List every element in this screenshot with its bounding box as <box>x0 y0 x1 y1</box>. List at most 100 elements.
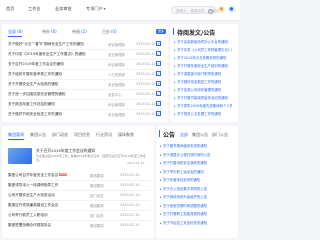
list-item[interactable]: 关于规范公文处理工作的通知 <box>174 111 232 119</box>
list-item[interactable]: 关于举办职工运动会的通知 <box>160 169 232 177</box>
list-item[interactable]: 关于开展节能减排宣传活动的通知 <box>174 95 232 103</box>
tab-group-notices[interactable]: 集团公告 <box>30 132 46 138</box>
checkbox[interactable]: ✓ <box>156 41 161 46</box>
news-source: 部门动态 <box>90 213 104 218</box>
list-item[interactable]: 关于食堂供餐时间调整的通知 <box>160 203 232 211</box>
list-item[interactable]: 关于节后复工安全检查的通知 <box>160 220 232 228</box>
tab-media-focus[interactable]: 媒体聚焦 <box>118 132 134 138</box>
news-card: 集团要闻 集团公告 部门动态 项目信息 行业资讯 媒体聚焦 关于召开2019年度… <box>2 126 154 238</box>
row-date: 2019-01-10 <box>136 71 156 76</box>
list-item[interactable]: 关于春节期间值班安排的通知 <box>160 143 232 151</box>
checkbox[interactable]: ✓ <box>156 81 161 86</box>
checkbox[interactable]: ✓ <box>156 61 161 66</box>
search-icon[interactable] <box>208 8 213 14</box>
row-date: 2019-01-10 <box>136 61 156 66</box>
row-title: 关于印发《2019年度安全生产工作要点》的通知 <box>8 51 86 56</box>
tab-notice-department[interactable]: 部门公告 <box>212 132 228 138</box>
checkbox[interactable]: ✓ <box>156 101 161 106</box>
nav-home[interactable]: 首页 <box>6 6 14 12</box>
new-badge: NEW <box>59 173 68 176</box>
row-date: 2019-01-10 <box>136 111 156 116</box>
list-item[interactable]: 关于启用新版协同办公平台的通知 <box>174 39 232 47</box>
top-navigation-bar: 首页 工作台 业务审批 专项门户 搜索人、搜索文件、搜索应用 ● ● <box>0 0 240 21</box>
tab-to-read[interactable]: 待阅(2) <box>72 29 87 35</box>
search-placeholder: 搜索人、搜索文件、搜索应用 <box>176 8 223 13</box>
row-title: 关于召开2019年度工作会议的通知 <box>8 61 64 66</box>
row-date: 2019-01-10 <box>136 41 156 46</box>
nav-workbench[interactable]: 工作台 <box>28 6 41 12</box>
todo-list: 关于启用新版协同办公平台的通知 关于印发《公司员工考勤管理办法》的通知 关于20… <box>170 39 238 121</box>
tab-done[interactable]: 已办(0) <box>102 29 117 35</box>
row-title: 关于报送年度工作总结的通知 <box>8 101 55 106</box>
news-source: 集团要闻 <box>90 203 104 208</box>
checkbox[interactable]: ✓ <box>156 71 161 76</box>
row-date: 2019-01-10 <box>136 81 156 86</box>
news-date: 2019-01-10 <box>120 222 140 227</box>
list-item[interactable]: 关于网络系统升级维护的公告 <box>160 194 232 202</box>
checkbox[interactable]: ✓ <box>156 51 161 56</box>
row-source: 信息中心 <box>108 92 122 97</box>
tab-industry-news[interactable]: 行业资讯 <box>96 132 112 138</box>
news-title: 公司开展安全生产大检查活动 <box>8 192 55 197</box>
table-row[interactable]: 关于做好节前安全检查工作的通知 安全管理部 2019-01-10 ✓ <box>8 109 162 119</box>
todo-panel: 待阅发文/公告 关于启用新版协同办公平台的通知 关于印发《公司员工考勤管理办法》… <box>170 24 238 122</box>
news-tabs: 集团要闻 集团公告 部门动态 项目信息 行业资讯 媒体聚焦 <box>8 130 150 140</box>
tab-notice-group[interactable]: 集团公告 <box>192 132 208 138</box>
list-item[interactable]: 关于开展消防安全演练的通知 <box>160 160 232 168</box>
nav-special-portal[interactable]: 专项门户 <box>86 6 106 12</box>
row-title: 关于做好节前安全检查工作的通知 <box>8 111 62 116</box>
news-date: 2019-01-10 <box>120 192 140 197</box>
news-list: 集团公司召开年度安全工作会议 NEW 集团要闻 2019-01-10 集团领导深入一线… <box>8 170 150 234</box>
featured-date: 2019-01-10 <box>127 161 145 165</box>
search-input[interactable]: 搜索人、搜索文件、搜索应用 <box>171 6 223 14</box>
nav-business-approval[interactable]: 业务审批 <box>55 6 72 12</box>
list-item[interactable]: 关于加强公务用车管理的通知 <box>174 87 232 95</box>
list-item[interactable]: 关于做好信息报送工作的通知 <box>174 79 232 87</box>
row-source: 安全管理部 <box>108 52 125 57</box>
list-item[interactable]: 关于2019年元旦放假安排的通知 <box>174 55 232 63</box>
list-item[interactable]: 关于开展职工技能竞赛的通知 <box>160 211 232 219</box>
news-date: 2019-01-10 <box>120 212 140 217</box>
news-title: 集团召开党风廉政建设工作会议 <box>8 202 59 207</box>
tab-all[interactable]: 全部(8) <box>8 29 23 35</box>
row-source: 安全管理部 <box>108 112 125 117</box>
list-item[interactable]: 关于调整部分部门职责的通知 <box>174 71 232 79</box>
row-title: 关于开展安全生产大检查的通知 <box>8 81 59 86</box>
more-button[interactable]: 更多 <box>156 29 166 34</box>
news-source: 集团要闻 <box>90 223 104 228</box>
news-title: 集团领导深入一线调研指导工作 <box>8 182 59 187</box>
list-item[interactable]: 关于年度体检安排的通知 <box>160 177 232 185</box>
list-item[interactable]: 关于印发《公司员工考勤管理办法》的通知 <box>174 47 232 55</box>
tab-group-news[interactable]: 集团要闻 <box>8 132 24 138</box>
news-date: 2019-01-10 <box>120 202 140 207</box>
list-item[interactable]: 关于调整办公楼开放时间的公告 <box>160 152 232 160</box>
title-accent <box>173 28 175 35</box>
tasks-tabs: 全部(8) 待办(6) 待阅(2) 已办(0) 更多 <box>8 27 166 37</box>
tab-project-info[interactable]: 项目信息 <box>74 132 90 138</box>
row-date: 2019-01-10 <box>136 51 156 56</box>
row-date: 2019-01-10 <box>136 91 156 96</box>
news-title: 公司举行新员工入职培训 <box>8 212 48 217</box>
news-source: 部门动态 <box>90 193 104 198</box>
news-title: 集团公司召开年度安全工作会议 NEW <box>8 172 68 177</box>
bell-icon[interactable]: ● <box>218 6 225 13</box>
tab-department-news[interactable]: 部门动态 <box>52 132 68 138</box>
news-source: 集团要闻 <box>90 183 104 188</box>
news-source: 集团要闻 <box>90 173 104 178</box>
row-title: 关于做好“元旦”“春节”期间安全生产工作的通知 <box>8 41 84 46</box>
avatar[interactable]: ● <box>228 6 235 13</box>
list-item[interactable]: 关于表彰2018年度先进集体和个人的决定 <box>174 103 232 111</box>
featured-image[interactable] <box>8 148 32 164</box>
tasks-list: 关于做好“元旦”“春节”期间安全生产工作的通知 综合管理部 2019-01-10 ✓ … <box>8 39 162 121</box>
checkbox[interactable]: ✓ <box>156 91 161 96</box>
notice-panel: 公告 全部 集团公告 部门公告 关于春节期间值班安排的通知 关于调整办公楼开放时… <box>156 126 238 238</box>
tasks-card: 全部(8) 待办(6) 待阅(2) 已办(0) 更多 关于做好“元旦”“春节”期… <box>2 24 168 122</box>
row-title: 关于进一步加强信息安全管理的通知 <box>8 91 66 96</box>
list-item[interactable]: 关于开展年度安全生产培训的通知 <box>174 63 232 71</box>
tab-todo[interactable]: 待办(6) <box>42 29 57 35</box>
row-source: 安全管理部 <box>108 82 125 87</box>
tab-notice-all[interactable]: 全部 <box>180 132 188 138</box>
list-item[interactable]: 关于办公用品集中采购的公告 <box>160 186 232 194</box>
list-item[interactable]: 集团签署战略合作框架协议 集团要闻 2019-01-10 <box>8 220 150 230</box>
checkbox[interactable]: ✓ <box>156 111 161 116</box>
